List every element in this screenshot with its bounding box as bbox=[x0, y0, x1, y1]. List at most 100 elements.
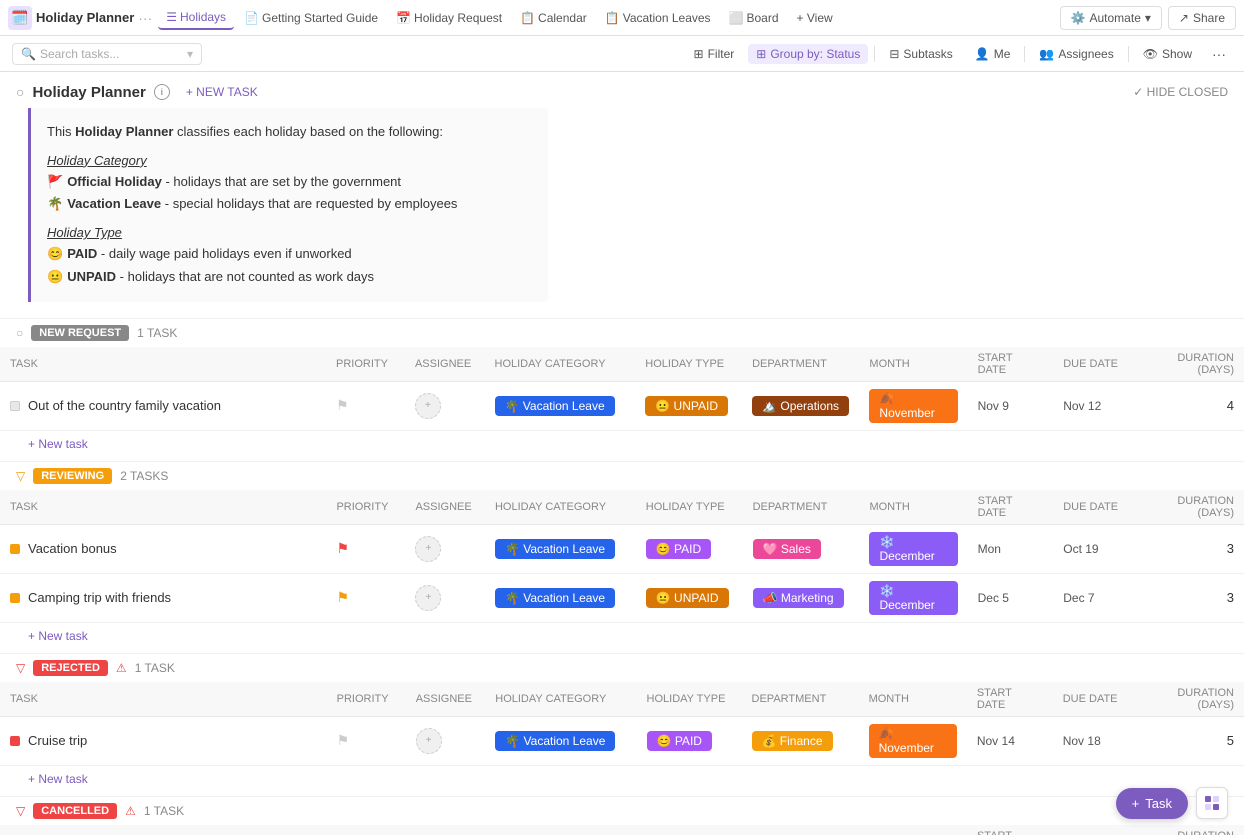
getting-started-icon: 📄 bbox=[244, 11, 259, 25]
collapse-cancelled[interactable]: ▽ bbox=[16, 804, 25, 818]
tab-board[interactable]: ⬜ Board bbox=[721, 7, 787, 29]
col-dept: DEPARTMENT bbox=[742, 347, 859, 382]
nav-dots[interactable]: ··· bbox=[138, 10, 152, 26]
fab-task-btn[interactable]: + Task bbox=[1116, 788, 1188, 819]
category-item-1: 🚩Official Holiday - holidays that are se… bbox=[47, 172, 532, 193]
badge-rejected: REJECTED bbox=[33, 660, 108, 676]
collapse-new-request[interactable]: ○ bbox=[16, 326, 23, 340]
add-task-row: + New task bbox=[0, 622, 1244, 653]
task-name-cell: Out of the country family vacation bbox=[0, 381, 326, 430]
share-btn[interactable]: ↗ Share bbox=[1168, 6, 1236, 30]
group-new-request: ○ NEW REQUEST 1 TASK TASK PRIORITY ASSIG… bbox=[0, 318, 1244, 461]
table-cancelled: TASK PRIORITY ASSIGNEE HOLIDAY CATEGORY … bbox=[0, 825, 1244, 835]
tab-holiday-request[interactable]: 📅 Holiday Request bbox=[388, 7, 510, 29]
col-due: DUE DATE bbox=[1053, 347, 1129, 382]
app-title: Holiday Planner bbox=[36, 10, 134, 25]
group-icon: ⊞ bbox=[756, 47, 766, 61]
type-title: Holiday Type bbox=[47, 223, 532, 244]
holiday-cat-cell: 🌴 Vacation Leave bbox=[485, 381, 636, 430]
plus-icon: + bbox=[1132, 796, 1140, 811]
type-item-1: 😊PAID - daily wage paid holidays even if… bbox=[47, 244, 532, 265]
category-title: Holiday Category bbox=[47, 151, 532, 172]
tab-getting-started[interactable]: 📄 Getting Started Guide bbox=[236, 7, 386, 29]
subtasks-icon: ⊟ bbox=[889, 47, 899, 61]
group-header-rejected: ▽ REJECTED ⚠ 1 TASK bbox=[0, 653, 1244, 682]
hide-closed-btn[interactable]: ✓ HIDE CLOSED bbox=[1133, 85, 1228, 99]
new-task-btn[interactable]: + NEW TASK bbox=[178, 82, 266, 102]
show-btn[interactable]: 👁 Show bbox=[1135, 44, 1200, 64]
info-icon[interactable]: i bbox=[154, 84, 170, 100]
collapse-reviewing[interactable]: ▽ bbox=[16, 469, 25, 483]
group-by-btn[interactable]: ⊞ Group by: Status bbox=[748, 44, 868, 64]
collapse-icon[interactable]: ○ bbox=[16, 84, 24, 100]
rejected-warning-icon: ⚠ bbox=[116, 661, 127, 675]
assignees-icon: 👥 bbox=[1039, 47, 1054, 61]
col-month: MONTH bbox=[859, 347, 967, 382]
holiday-type-cell: 😐 UNPAID bbox=[635, 381, 742, 430]
table-row[interactable]: Out of the country family vacation ⚑ + 🌴… bbox=[0, 381, 1244, 430]
table-row[interactable]: Camping trip with friends ⚑ + 🌴 Vacation… bbox=[0, 573, 1244, 622]
search-input[interactable]: 🔍 Search tasks... ▾ bbox=[12, 43, 202, 65]
badge-cancelled: CANCELLED bbox=[33, 803, 117, 819]
priority-cell: ⚑ bbox=[326, 381, 405, 430]
count-new-request: 1 TASK bbox=[137, 326, 177, 340]
table-new-request: TASK PRIORITY ASSIGNEE HOLIDAY CATEGORY … bbox=[0, 347, 1244, 461]
group-header-cancelled: ▽ CANCELLED ⚠ 1 TASK bbox=[0, 796, 1244, 825]
badge-reviewing: REVIEWING bbox=[33, 468, 112, 484]
tab-vacation-leaves[interactable]: 📋 Vacation Leaves bbox=[597, 7, 719, 29]
filter-btn[interactable]: ⊞ Filter bbox=[686, 44, 743, 64]
table-rejected: TASK PRIORITY ASSIGNEE HOLIDAY CATEGORY … bbox=[0, 682, 1244, 796]
group-header-new-request: ○ NEW REQUEST 1 TASK bbox=[0, 318, 1244, 347]
col-holiday-type: HOLIDAY TYPE bbox=[635, 347, 742, 382]
grid-icon bbox=[1204, 795, 1220, 811]
col-duration: DURATION (DAYS) bbox=[1129, 347, 1244, 382]
col-assignee: ASSIGNEE bbox=[405, 347, 485, 382]
tab-holidays[interactable]: ☰ Holidays bbox=[158, 6, 234, 30]
add-task-link[interactable]: + New task bbox=[28, 772, 88, 786]
grid-layout-btn[interactable] bbox=[1196, 787, 1228, 819]
month-cell: 🍂 November bbox=[859, 381, 967, 430]
subtasks-btn[interactable]: ⊟ Subtasks bbox=[881, 44, 960, 64]
count-reviewing: 2 TASKS bbox=[120, 469, 168, 483]
description-intro: This Holiday Planner classifies each hol… bbox=[47, 122, 532, 143]
count-cancelled: 1 TASK bbox=[144, 804, 184, 818]
assignee-cell[interactable]: + bbox=[405, 381, 485, 430]
automate-btn[interactable]: ⚙️ Automate ▾ bbox=[1060, 6, 1162, 30]
table-row[interactable]: Vacation bonus ⚑ + 🌴 Vacation Leave 😊 PA… bbox=[0, 524, 1244, 573]
main-content: ○ Holiday Planner i + NEW TASK ✓ HIDE CL… bbox=[0, 72, 1244, 835]
table-row[interactable]: Cruise trip ⚑ + 🌴 Vacation Leave 😊 PAID … bbox=[0, 716, 1244, 765]
me-btn[interactable]: 👤 Me bbox=[967, 44, 1019, 64]
add-view-btn[interactable]: + View bbox=[789, 7, 841, 29]
add-task-row: + New task bbox=[0, 765, 1244, 796]
add-task-link[interactable]: + New task bbox=[28, 437, 88, 451]
app-icon: 🗓️ bbox=[8, 6, 32, 30]
due-date-cell: Nov 12 bbox=[1053, 381, 1129, 430]
col-start: START DATE bbox=[968, 347, 1054, 382]
add-task-link[interactable]: + New task bbox=[28, 629, 88, 643]
col-holiday-cat: HOLIDAY CATEGORY bbox=[485, 347, 636, 382]
holiday-request-icon: 📅 bbox=[396, 11, 411, 25]
me-icon: 👤 bbox=[975, 47, 990, 61]
assignees-btn[interactable]: 👥 Assignees bbox=[1031, 44, 1121, 64]
table-reviewing: TASK PRIORITY ASSIGNEE HOLIDAY CATEGORY … bbox=[0, 490, 1244, 653]
start-date-cell: Nov 9 bbox=[968, 381, 1054, 430]
filter-icon: ⊞ bbox=[694, 47, 704, 61]
top-nav: 🗓️ Holiday Planner ··· ☰ Holidays 📄 Gett… bbox=[0, 0, 1244, 36]
cancelled-warning-icon: ⚠ bbox=[125, 804, 136, 818]
holidays-icon: ☰ bbox=[166, 10, 177, 24]
page-title: Holiday Planner bbox=[32, 84, 145, 101]
col-priority: PRIORITY bbox=[326, 347, 405, 382]
more-btn[interactable]: ··· bbox=[1206, 43, 1232, 65]
toolbar: 🔍 Search tasks... ▾ ⊞ Filter ⊞ Group by:… bbox=[0, 36, 1244, 72]
add-task-row: + New task bbox=[0, 430, 1244, 461]
description-box: This Holiday Planner classifies each hol… bbox=[28, 108, 548, 302]
duration-cell: 4 bbox=[1129, 381, 1244, 430]
group-cancelled: ▽ CANCELLED ⚠ 1 TASK TASK PRIORITY ASSIG… bbox=[0, 796, 1244, 835]
collapse-rejected[interactable]: ▽ bbox=[16, 661, 25, 675]
tab-calendar[interactable]: 📋 Calendar bbox=[512, 7, 595, 29]
group-rejected: ▽ REJECTED ⚠ 1 TASK TASK PRIORITY ASSIGN… bbox=[0, 653, 1244, 796]
planner-header: ○ Holiday Planner i + NEW TASK ✓ HIDE CL… bbox=[0, 72, 1244, 108]
count-rejected: 1 TASK bbox=[135, 661, 175, 675]
bottom-actions: + Task bbox=[1116, 787, 1228, 819]
dept-cell: 🏔️ Operations bbox=[742, 381, 859, 430]
